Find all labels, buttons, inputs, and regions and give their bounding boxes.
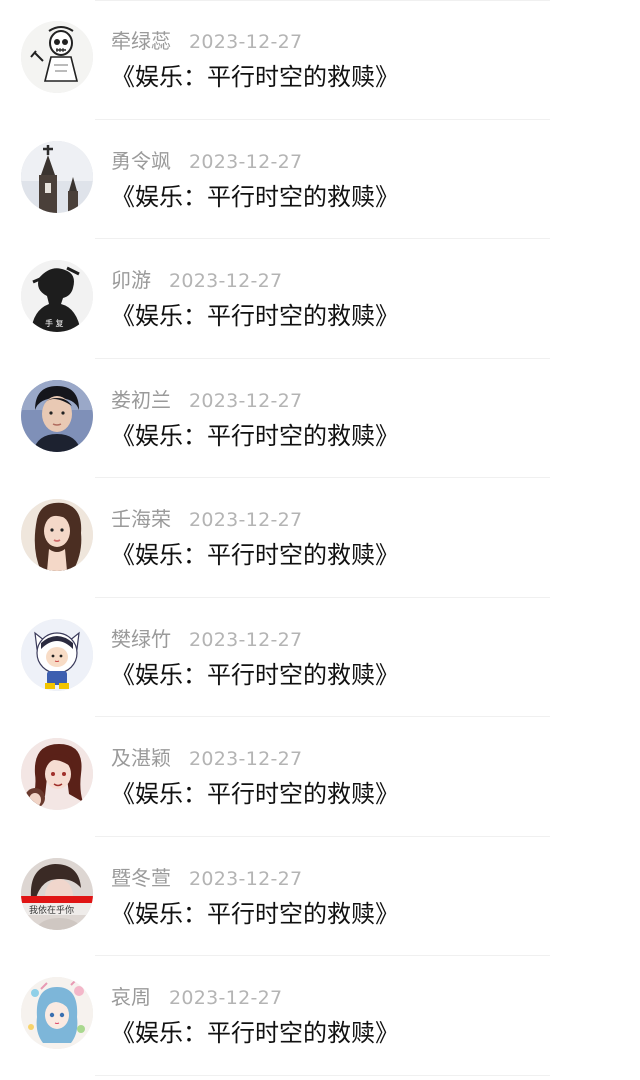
username[interactable]: 娄初兰 [111, 388, 171, 412]
username[interactable]: 及湛颖 [111, 746, 171, 770]
comment-date: 2023-12-27 [189, 31, 303, 53]
comment-text[interactable]: 《娱乐：平行时空的救赎》 [111, 180, 399, 214]
comment-item[interactable]: 及湛颖 2023-12-27 《娱乐：平行时空的救赎》 [0, 717, 640, 837]
comment-date: 2023-12-27 [189, 389, 303, 412]
illustrated-girl-avatar[interactable] [21, 977, 93, 1049]
comment-item[interactable]: 牵绿蕊 2023-12-27 《娱乐：平行时空的救赎》 [0, 0, 640, 120]
comment-text[interactable]: 《娱乐：平行时空的救赎》 [111, 1016, 399, 1050]
username[interactable]: 暨冬萱 [111, 866, 171, 890]
username[interactable]: 勇令飒 [111, 149, 171, 173]
anime-character-avatar[interactable] [21, 738, 93, 810]
comment-text[interactable]: 《娱乐：平行时空的救赎》 [111, 658, 399, 692]
silhouette-avatar[interactable]: 手 复 [21, 260, 93, 332]
cartoon-kid-avatar[interactable] [21, 618, 93, 691]
comment-item[interactable]: 樊绿竹 2023-12-27 《娱乐：平行时空的救赎》 [0, 598, 640, 717]
comment-date: 2023-12-27 [189, 867, 303, 890]
comment-meta: 勇令飒 2023-12-27 [111, 146, 302, 176]
username[interactable]: 樊绿竹 [111, 627, 171, 651]
comment-meta: 壬海荣 2023-12-27 [111, 504, 302, 534]
svg-text:手 复: 手 复 [45, 318, 64, 328]
comment-meta: 樊绿竹 2023-12-27 [111, 624, 302, 654]
comment-item[interactable]: 手 复 卯游 2023-12-27 《娱乐：平行时空的救赎》 [0, 239, 640, 359]
church-spire-avatar[interactable] [21, 140, 93, 213]
red-banner-portrait-avatar[interactable]: 我依在乎你 [21, 857, 93, 930]
username[interactable]: 哀周 [111, 985, 151, 1009]
comment-item[interactable]: 娄初兰 2023-12-27 《娱乐：平行时空的救赎》 [0, 359, 640, 478]
man-portrait-avatar[interactable] [21, 379, 93, 452]
username[interactable]: 牵绿蕊 [111, 29, 171, 53]
comment-date: 2023-12-27 [169, 987, 283, 1009]
comment-meta: 娄初兰 2023-12-27 [111, 385, 302, 415]
comment-date: 2023-12-27 [189, 509, 303, 531]
woman-portrait-avatar[interactable] [21, 499, 93, 571]
comment-meta: 及湛颖 2023-12-27 [111, 743, 302, 773]
comment-meta: 暨冬萱 2023-12-27 [111, 863, 302, 893]
comment-text[interactable]: 《娱乐：平行时空的救赎》 [111, 897, 399, 931]
username[interactable]: 壬海荣 [111, 507, 171, 531]
comment-item[interactable]: 勇令飒 2023-12-27 《娱乐：平行时空的救赎》 [0, 120, 640, 239]
comment-text[interactable]: 《娱乐：平行时空的救赎》 [111, 419, 399, 453]
username[interactable]: 卯游 [111, 268, 151, 292]
comment-meta: 牵绿蕊 2023-12-27 [111, 26, 302, 56]
comment-text[interactable]: 《娱乐：平行时空的救赎》 [111, 777, 399, 811]
comment-date: 2023-12-27 [169, 270, 283, 292]
comment-date: 2023-12-27 [189, 150, 303, 173]
comment-meta: 哀周 2023-12-27 [111, 982, 282, 1012]
divider [95, 1074, 550, 1076]
comment-item[interactable]: 哀周 2023-12-27 《娱乐：平行时空的救赎》 [0, 956, 640, 1076]
comment-date: 2023-12-27 [189, 628, 303, 651]
skeleton-drawing-avatar[interactable] [21, 21, 93, 93]
comment-text[interactable]: 《娱乐：平行时空的救赎》 [111, 60, 399, 94]
avatar-caption: 我依在乎你 [29, 904, 74, 916]
comment-text[interactable]: 《娱乐：平行时空的救赎》 [111, 538, 399, 572]
comment-feed: 牵绿蕊 2023-12-27 《娱乐：平行时空的救赎》 勇令飒 2023-12-27… [0, 0, 640, 1080]
comment-item[interactable]: 壬海荣 2023-12-27 《娱乐：平行时空的救赎》 [0, 478, 640, 598]
comment-date: 2023-12-27 [189, 748, 303, 770]
comment-item[interactable]: 我依在乎你 暨冬萱 2023-12-27 《娱乐：平行时空的救赎》 [0, 837, 640, 956]
comment-text[interactable]: 《娱乐：平行时空的救赎》 [111, 299, 399, 333]
comment-meta: 卯游 2023-12-27 [111, 265, 282, 295]
